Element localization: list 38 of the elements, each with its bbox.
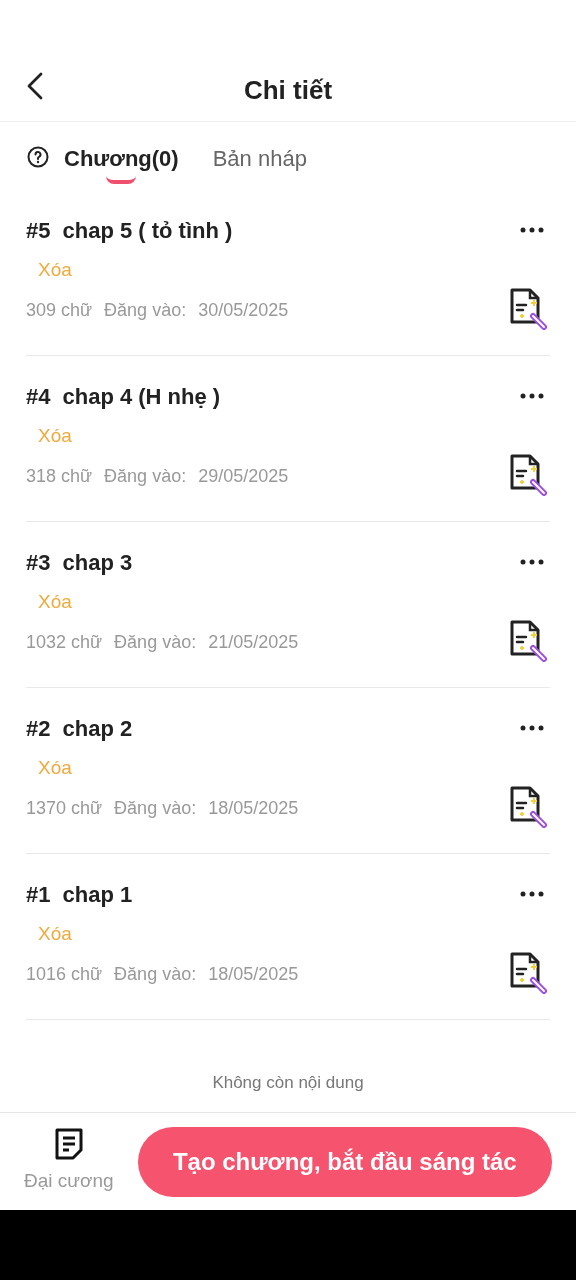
tab[interactable]: Chương(0) <box>64 142 179 175</box>
chapter-title[interactable]: chap 3 <box>62 545 133 579</box>
posted-date: 18/05/2025 <box>208 796 299 820</box>
posted-date: 18/05/2025 <box>208 962 299 986</box>
more-icon[interactable] <box>520 725 544 731</box>
tab[interactable]: Bản nháp <box>212 142 307 175</box>
posted-label: Đăng vào: <box>114 962 197 986</box>
chapter-number: #2 <box>26 714 51 743</box>
posted-label: Đăng vào: <box>114 796 197 820</box>
page-title: Chi tiết <box>243 74 333 107</box>
word-count: 1016 chữ <box>26 962 103 986</box>
posted-label: Đăng vào: <box>114 630 197 654</box>
chapter-number: #4 <box>26 382 51 411</box>
chapter-number: #5 <box>26 216 51 245</box>
chapter-title[interactable]: chap 1 <box>62 877 133 911</box>
word-count: 1370 chữ <box>26 796 103 820</box>
posted-label: Đăng vào: <box>104 298 187 322</box>
chapter-title[interactable]: chap 5 ( tỏ tình ) <box>62 213 233 247</box>
chapter-number: #1 <box>26 880 51 909</box>
help-icon[interactable] <box>26 145 50 169</box>
end-of-list-text: Không còn nội dung <box>212 1072 364 1094</box>
create-chapter-button[interactable]: Tạo chương, bắt đầu sáng tác <box>137 1126 552 1197</box>
chapter-title[interactable]: chap 2 <box>62 711 133 745</box>
posted-date: 30/05/2025 <box>198 298 289 322</box>
posted-date: 29/05/2025 <box>198 464 289 488</box>
word-count: 318 chữ <box>26 464 93 488</box>
posted-date: 21/05/2025 <box>208 630 299 654</box>
more-icon[interactable] <box>520 393 544 399</box>
word-count: 309 chữ <box>26 298 93 322</box>
back-icon[interactable] <box>26 72 44 100</box>
word-count: 1032 chữ <box>26 630 103 654</box>
more-icon[interactable] <box>520 227 544 233</box>
chapter-number: #3 <box>26 548 51 577</box>
chapter-title[interactable]: chap 4 (H nhẹ ) <box>62 379 221 413</box>
tab-indicator <box>106 176 137 184</box>
more-icon[interactable] <box>520 891 544 897</box>
more-icon[interactable] <box>520 559 544 565</box>
posted-label: Đăng vào: <box>104 464 187 488</box>
